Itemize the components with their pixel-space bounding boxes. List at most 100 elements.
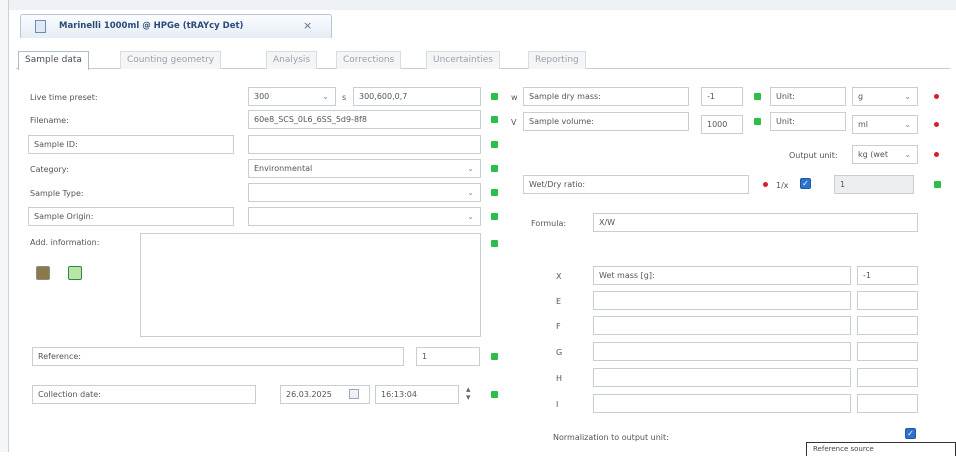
collection-time-field[interactable]: 16:13:04 xyxy=(375,385,459,404)
sample-id-label-field: Sample ID: xyxy=(28,135,234,154)
wet-dry-label-field: Wet/Dry ratio: xyxy=(523,175,749,194)
category-label: Category: xyxy=(30,165,69,174)
sample-origin-label-field: Sample Origin: xyxy=(28,207,234,226)
collection-date-value: 26.03.2025 xyxy=(286,390,332,399)
document-icon xyxy=(35,20,46,33)
volume-unit-select[interactable]: ml ⌄ xyxy=(852,115,918,134)
live-time-unit: s xyxy=(342,93,347,102)
live-time-value: 300 xyxy=(254,92,270,101)
volume-field[interactable]: 1000 xyxy=(701,115,743,134)
live-time-label: Live time preset: xyxy=(30,93,98,102)
reference-label-field: Reference: xyxy=(32,347,404,366)
var-e-desc-field[interactable] xyxy=(593,291,851,310)
chevron-down-icon: ⌄ xyxy=(467,212,474,221)
category-value: Environmental xyxy=(254,164,313,173)
live-time-alt-field[interactable]: 300,600,0,7 xyxy=(353,87,481,106)
wet-dry-status-icon xyxy=(934,181,941,188)
add-icon[interactable] xyxy=(68,266,82,280)
var-g-name: G xyxy=(556,348,563,357)
var-g-value-field[interactable] xyxy=(857,342,918,361)
category-select[interactable]: Environmental ⌄ xyxy=(248,159,481,178)
var-f-value-field[interactable] xyxy=(857,316,918,335)
tab-uncertainties[interactable]: Uncertainties xyxy=(426,51,500,69)
var-g-desc-field[interactable] xyxy=(593,342,851,361)
var-e-value-field[interactable] xyxy=(857,291,918,310)
chevron-down-icon: ⌄ xyxy=(322,92,329,101)
dry-mass-unit-error-icon xyxy=(934,94,939,99)
var-x-name: X xyxy=(556,272,562,281)
volume-unit-value: ml xyxy=(858,120,869,129)
wet-dry-error-icon xyxy=(763,182,768,187)
document-title: Marinelli 1000ml @ HPGe (tRAYcy Det) xyxy=(59,21,244,31)
filename-field[interactable]: 60e8_SCS_0L6_6SS_5d9-8f8 xyxy=(248,110,481,129)
calendar-icon[interactable] xyxy=(349,389,359,399)
chevron-down-icon: ⌄ xyxy=(467,164,474,173)
spin-icon[interactable]: ▴ ▾ xyxy=(466,386,471,403)
chevron-down-icon: ⌄ xyxy=(467,188,474,197)
var-x-value-field[interactable]: -1 xyxy=(857,266,918,285)
reference-field[interactable]: 1 xyxy=(416,347,480,366)
volume-unit-error-icon xyxy=(934,122,939,127)
var-h-value-field[interactable] xyxy=(857,368,918,387)
dry-mass-unit-select[interactable]: g ⌄ xyxy=(852,87,918,106)
document-tab[interactable]: Marinelli 1000ml @ HPGe (tRAYcy Det) × xyxy=(20,14,332,38)
dry-mass-unit-value: g xyxy=(858,92,864,101)
sample-type-select[interactable]: ⌄ xyxy=(248,183,481,202)
output-unit-select[interactable]: kg (wet ⌄ xyxy=(852,145,918,164)
volume-label-field: Sample volume: xyxy=(523,112,689,131)
reference-source-popup: Reference source xyxy=(806,442,956,456)
reference-status-icon xyxy=(491,353,498,360)
formula-label: Formula: xyxy=(531,219,567,228)
output-unit-error-icon xyxy=(934,152,939,157)
output-unit-label: Output unit: xyxy=(789,151,838,160)
tab-sample-data[interactable]: Sample data xyxy=(18,51,89,70)
output-unit-value: kg (wet xyxy=(858,150,888,159)
formula-field[interactable]: X/W xyxy=(593,213,918,232)
tab-analysis[interactable]: Analysis xyxy=(266,51,318,69)
var-f-desc-field[interactable] xyxy=(593,316,851,335)
tab-counting-geometry[interactable]: Counting geometry xyxy=(120,51,222,69)
addl-info-textarea[interactable] xyxy=(140,233,481,337)
live-time-select[interactable]: 300 ⌄ xyxy=(248,87,336,106)
chevron-down-icon: ⌄ xyxy=(904,92,911,101)
filename-status-icon xyxy=(491,116,498,123)
sample-id-status-icon xyxy=(491,141,498,148)
addl-info-label: Add. information: xyxy=(30,238,100,247)
import-icon[interactable] xyxy=(36,266,50,280)
normalization-label: Normalization to output unit: xyxy=(553,433,669,442)
sample-type-status-icon xyxy=(491,189,498,196)
collection-date-status-icon xyxy=(491,391,498,398)
collection-date-field[interactable]: 26.03.2025 xyxy=(280,385,370,404)
volume-status-icon xyxy=(754,118,761,125)
var-i-value-field[interactable] xyxy=(857,394,918,413)
category-status-icon xyxy=(491,165,498,172)
dry-mass-field[interactable]: -1 xyxy=(701,87,743,106)
var-i-desc-field[interactable] xyxy=(593,394,851,413)
dry-mass-label-field: Sample dry mass: xyxy=(523,87,689,106)
addl-info-status-icon xyxy=(491,240,498,247)
wet-dry-field: 1 xyxy=(834,175,914,194)
chevron-down-icon: ⌄ xyxy=(904,120,911,129)
chevron-down-icon: ⌄ xyxy=(904,150,911,159)
window-top-bar xyxy=(0,0,956,10)
var-f-name: F xyxy=(556,322,561,331)
wet-dry-toggle-label: 1/x xyxy=(776,181,789,190)
live-time-status-icon xyxy=(491,93,498,100)
var-h-desc-field[interactable] xyxy=(593,368,851,387)
var-i-name: I xyxy=(556,400,559,409)
filename-label: Filename: xyxy=(30,116,69,125)
close-icon[interactable]: × xyxy=(303,19,312,32)
wet-dry-inverse-checkbox[interactable]: ✓ xyxy=(800,178,811,189)
sample-id-field[interactable] xyxy=(248,135,481,154)
tab-corrections[interactable]: Corrections xyxy=(336,51,402,69)
sample-origin-select[interactable]: ⌄ xyxy=(248,207,481,226)
normalization-checkbox[interactable]: ✓ xyxy=(905,428,916,439)
dry-mass-unit-label-field: Unit: xyxy=(770,87,846,106)
collection-date-label-field: Collection date: xyxy=(32,385,256,404)
tab-reporting[interactable]: Reporting xyxy=(528,51,586,69)
sample-origin-status-icon xyxy=(491,213,498,220)
dry-mass-status-icon xyxy=(754,93,761,100)
var-x-desc-field[interactable]: Wet mass [g]: xyxy=(593,266,851,285)
var-e-name: E xyxy=(556,297,562,306)
volume-unit-label-field: Unit: xyxy=(770,112,846,131)
